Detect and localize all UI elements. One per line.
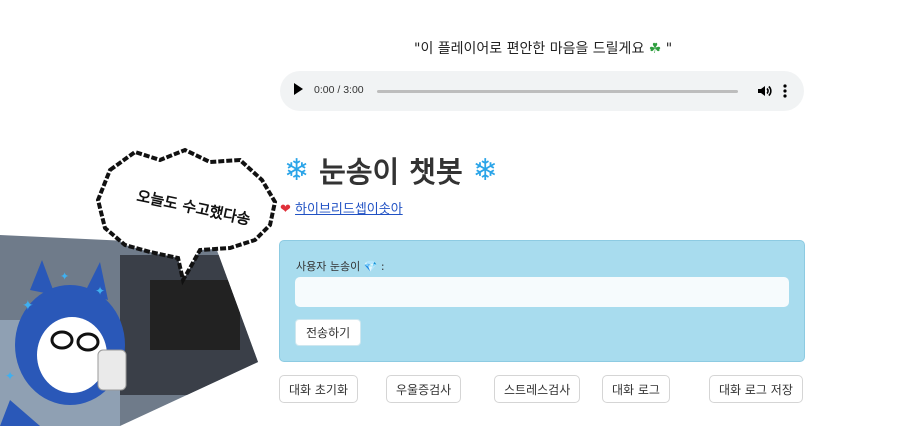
user-input-label-text: 사용자 눈송이 xyxy=(296,260,361,273)
clover-icon: ☘ xyxy=(648,41,662,57)
audio-time: 0:00 / 3:00 xyxy=(314,84,364,96)
chat-log-button[interactable]: 대화 로그 xyxy=(602,375,670,403)
save-chat-log-button[interactable]: 대화 로그 저장 xyxy=(709,375,803,403)
send-button[interactable]: 전송하기 xyxy=(295,319,362,346)
caption-text: "이 플레이어로 편안한 마음을 드릴게요 xyxy=(414,41,645,57)
snowflake-icon: ❄ xyxy=(472,152,498,188)
credit-link-row: ❤ 하이브리드셉이솟아 xyxy=(280,198,403,217)
audio-player: 0:00 / 3:00 xyxy=(280,71,804,111)
player-caption: "이 플레이어로 편안한 마음을 드릴게요 ☘ " xyxy=(414,38,672,58)
svg-text:✦: ✦ xyxy=(22,298,34,314)
chat-input-panel: 사용자 눈송이 💎 : 전송하기 xyxy=(279,240,805,362)
audio-seek-bar[interactable] xyxy=(377,90,738,93)
depression-test-button[interactable]: 우울증검사 xyxy=(386,375,462,403)
reset-chat-button[interactable]: 대화 초기화 xyxy=(279,375,359,403)
mascot-photo: ✦ ✦ ✦ ✦ 오늘도 수고했다송 xyxy=(0,147,278,426)
user-message-input[interactable] xyxy=(295,277,789,307)
volume-icon[interactable] xyxy=(756,83,772,99)
play-icon[interactable] xyxy=(294,83,303,95)
stress-test-button[interactable]: 스트레스검사 xyxy=(494,375,581,403)
more-vert-icon[interactable] xyxy=(780,83,790,99)
page-title-text: 눈송이 챗봇 xyxy=(319,155,463,189)
svg-text:✦: ✦ xyxy=(95,284,105,298)
svg-text:✦: ✦ xyxy=(5,369,15,383)
credit-link[interactable]: 하이브리드셉이솟아 xyxy=(295,202,403,217)
svg-text:✦: ✦ xyxy=(60,270,69,283)
label-colon: : xyxy=(377,260,385,273)
caption-end: " xyxy=(665,41,673,57)
gem-icon: 💎 xyxy=(363,260,378,273)
page-title: ❄ 눈송이 챗봇 ❄ xyxy=(284,149,498,191)
user-input-label: 사용자 눈송이 💎 : xyxy=(296,258,385,274)
mascot-illustration: ✦ ✦ ✦ ✦ 오늘도 수고했다송 xyxy=(0,140,290,426)
